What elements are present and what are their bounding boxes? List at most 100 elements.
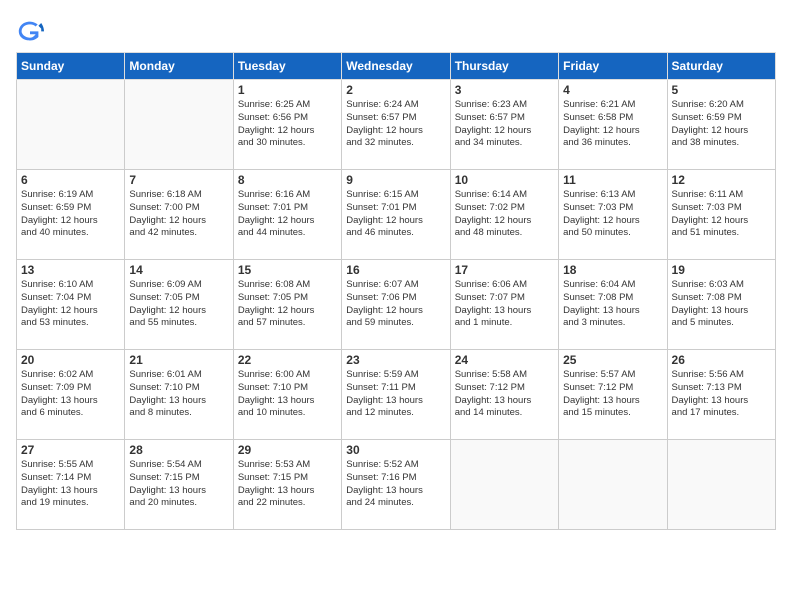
day-number: 27 [21,443,120,457]
day-info: Sunrise: 5:56 AM Sunset: 7:13 PM Dayligh… [672,369,771,420]
day-info: Sunrise: 6:20 AM Sunset: 6:59 PM Dayligh… [672,99,771,150]
day-info: Sunrise: 6:08 AM Sunset: 7:05 PM Dayligh… [238,279,337,330]
day-number: 16 [346,263,445,277]
week-row-1: 1Sunrise: 6:25 AM Sunset: 6:56 PM Daylig… [17,80,776,170]
day-number: 4 [563,83,662,97]
day-number: 2 [346,83,445,97]
day-number: 8 [238,173,337,187]
calendar-cell: 2 Sunrise: 6:24 AM Sunset: 6:57 PM Daylig… [342,80,450,170]
weekday-header-tuesday: Tuesday [233,53,341,80]
calendar-cell: 18 Sunrise: 6:04 AM Sunset: 7:08 PM Dayli… [559,260,667,350]
weekday-header-wednesday: Wednesday [342,53,450,80]
day-info: Sunrise: 6:25 AM Sunset: 6:56 PM Dayligh… [238,99,337,150]
day-number: 11 [563,173,662,187]
calendar-cell: 7Sunrise: 6:18 AM Sunset: 7:00 PM Daylig… [125,170,233,260]
logo-icon [16,16,44,44]
day-number: 24 [455,353,554,367]
day-number: 17 [455,263,554,277]
calendar-cell: 23 Sunrise: 5:59 AM Sunset: 7:11 PM Dayli… [342,350,450,440]
day-info: Sunrise: 5:55 AM Sunset: 7:14 PM Dayligh… [21,459,120,510]
day-info: Sunrise: 5:52 AM Sunset: 7:16 PM Dayligh… [346,459,445,510]
day-number: 13 [21,263,120,277]
calendar-cell: 11 Sunrise: 6:13 AM Sunset: 7:03 PM Dayli… [559,170,667,260]
weekday-header-thursday: Thursday [450,53,558,80]
weekday-header-sunday: Sunday [17,53,125,80]
calendar-cell: 26 Sunrise: 5:56 AM Sunset: 7:13 PM Dayli… [667,350,775,440]
day-number: 6 [21,173,120,187]
day-number: 20 [21,353,120,367]
calendar-cell: 17 Sunrise: 6:06 AM Sunset: 7:07 PM Dayli… [450,260,558,350]
weekday-header-saturday: Saturday [667,53,775,80]
day-number: 25 [563,353,662,367]
calendar-cell: 29 Sunrise: 5:53 AM Sunset: 7:15 PM Dayli… [233,440,341,530]
day-number: 29 [238,443,337,457]
day-info: Sunrise: 5:57 AM Sunset: 7:12 PM Dayligh… [563,369,662,420]
calendar-cell: 28 Sunrise: 5:54 AM Sunset: 7:15 PM Dayli… [125,440,233,530]
calendar-cell: 15Sunrise: 6:08 AM Sunset: 7:05 PM Dayli… [233,260,341,350]
calendar-cell: 14 Sunrise: 6:09 AM Sunset: 7:05 PM Dayli… [125,260,233,350]
day-info: Sunrise: 6:14 AM Sunset: 7:02 PM Dayligh… [455,189,554,240]
day-info: Sunrise: 5:59 AM Sunset: 7:11 PM Dayligh… [346,369,445,420]
calendar-cell: 8Sunrise: 6:16 AM Sunset: 7:01 PM Daylig… [233,170,341,260]
calendar-cell: 4Sunrise: 6:21 AM Sunset: 6:58 PM Daylig… [559,80,667,170]
day-number: 28 [129,443,228,457]
week-row-4: 20 Sunrise: 6:02 AM Sunset: 7:09 PM Dayli… [17,350,776,440]
week-row-2: 6 Sunrise: 6:19 AM Sunset: 6:59 PM Daylig… [17,170,776,260]
logo [16,16,48,44]
day-info: Sunrise: 6:13 AM Sunset: 7:03 PM Dayligh… [563,189,662,240]
day-number: 7 [129,173,228,187]
calendar-cell: 5 Sunrise: 6:20 AM Sunset: 6:59 PM Daylig… [667,80,775,170]
calendar-cell: 12 Sunrise: 6:11 AM Sunset: 7:03 PM Dayli… [667,170,775,260]
day-info: Sunrise: 6:19 AM Sunset: 6:59 PM Dayligh… [21,189,120,240]
day-number: 19 [672,263,771,277]
week-row-5: 27 Sunrise: 5:55 AM Sunset: 7:14 PM Dayli… [17,440,776,530]
day-info: Sunrise: 6:02 AM Sunset: 7:09 PM Dayligh… [21,369,120,420]
day-info: Sunrise: 6:24 AM Sunset: 6:57 PM Dayligh… [346,99,445,150]
day-number: 18 [563,263,662,277]
calendar-cell: 24 Sunrise: 5:58 AM Sunset: 7:12 PM Dayli… [450,350,558,440]
calendar-cell: 16Sunrise: 6:07 AM Sunset: 7:06 PM Dayli… [342,260,450,350]
day-number: 22 [238,353,337,367]
day-number: 26 [672,353,771,367]
day-number: 3 [455,83,554,97]
calendar-cell: 1Sunrise: 6:25 AM Sunset: 6:56 PM Daylig… [233,80,341,170]
day-number: 10 [455,173,554,187]
calendar-cell: 6 Sunrise: 6:19 AM Sunset: 6:59 PM Daylig… [17,170,125,260]
weekday-header-friday: Friday [559,53,667,80]
calendar-cell: 20 Sunrise: 6:02 AM Sunset: 7:09 PM Dayli… [17,350,125,440]
day-number: 23 [346,353,445,367]
page-header [16,16,776,44]
day-info: Sunrise: 6:06 AM Sunset: 7:07 PM Dayligh… [455,279,554,330]
weekday-header-monday: Monday [125,53,233,80]
calendar-cell [667,440,775,530]
calendar-cell [125,80,233,170]
day-info: Sunrise: 6:00 AM Sunset: 7:10 PM Dayligh… [238,369,337,420]
day-info: Sunrise: 6:10 AM Sunset: 7:04 PM Dayligh… [21,279,120,330]
calendar-cell: 30 Sunrise: 5:52 AM Sunset: 7:16 PM Dayli… [342,440,450,530]
weekday-header-row: SundayMondayTuesdayWednesdayThursdayFrid… [17,53,776,80]
week-row-3: 13 Sunrise: 6:10 AM Sunset: 7:04 PM Dayli… [17,260,776,350]
calendar: SundayMondayTuesdayWednesdayThursdayFrid… [16,52,776,530]
calendar-cell: 3Sunrise: 6:23 AM Sunset: 6:57 PM Daylig… [450,80,558,170]
day-info: Sunrise: 6:04 AM Sunset: 7:08 PM Dayligh… [563,279,662,330]
day-info: Sunrise: 6:03 AM Sunset: 7:08 PM Dayligh… [672,279,771,330]
calendar-cell: 25 Sunrise: 5:57 AM Sunset: 7:12 PM Dayli… [559,350,667,440]
calendar-cell: 27 Sunrise: 5:55 AM Sunset: 7:14 PM Dayli… [17,440,125,530]
day-info: Sunrise: 6:09 AM Sunset: 7:05 PM Dayligh… [129,279,228,330]
day-number: 30 [346,443,445,457]
day-info: Sunrise: 6:15 AM Sunset: 7:01 PM Dayligh… [346,189,445,240]
day-info: Sunrise: 5:53 AM Sunset: 7:15 PM Dayligh… [238,459,337,510]
day-number: 12 [672,173,771,187]
calendar-cell: 9 Sunrise: 6:15 AM Sunset: 7:01 PM Daylig… [342,170,450,260]
day-number: 14 [129,263,228,277]
calendar-cell: 13 Sunrise: 6:10 AM Sunset: 7:04 PM Dayli… [17,260,125,350]
calendar-cell [450,440,558,530]
day-number: 5 [672,83,771,97]
day-info: Sunrise: 6:01 AM Sunset: 7:10 PM Dayligh… [129,369,228,420]
day-info: Sunrise: 5:58 AM Sunset: 7:12 PM Dayligh… [455,369,554,420]
calendar-cell: 19 Sunrise: 6:03 AM Sunset: 7:08 PM Dayli… [667,260,775,350]
day-number: 9 [346,173,445,187]
calendar-cell: 10 Sunrise: 6:14 AM Sunset: 7:02 PM Dayli… [450,170,558,260]
day-info: Sunrise: 5:54 AM Sunset: 7:15 PM Dayligh… [129,459,228,510]
day-info: Sunrise: 6:11 AM Sunset: 7:03 PM Dayligh… [672,189,771,240]
